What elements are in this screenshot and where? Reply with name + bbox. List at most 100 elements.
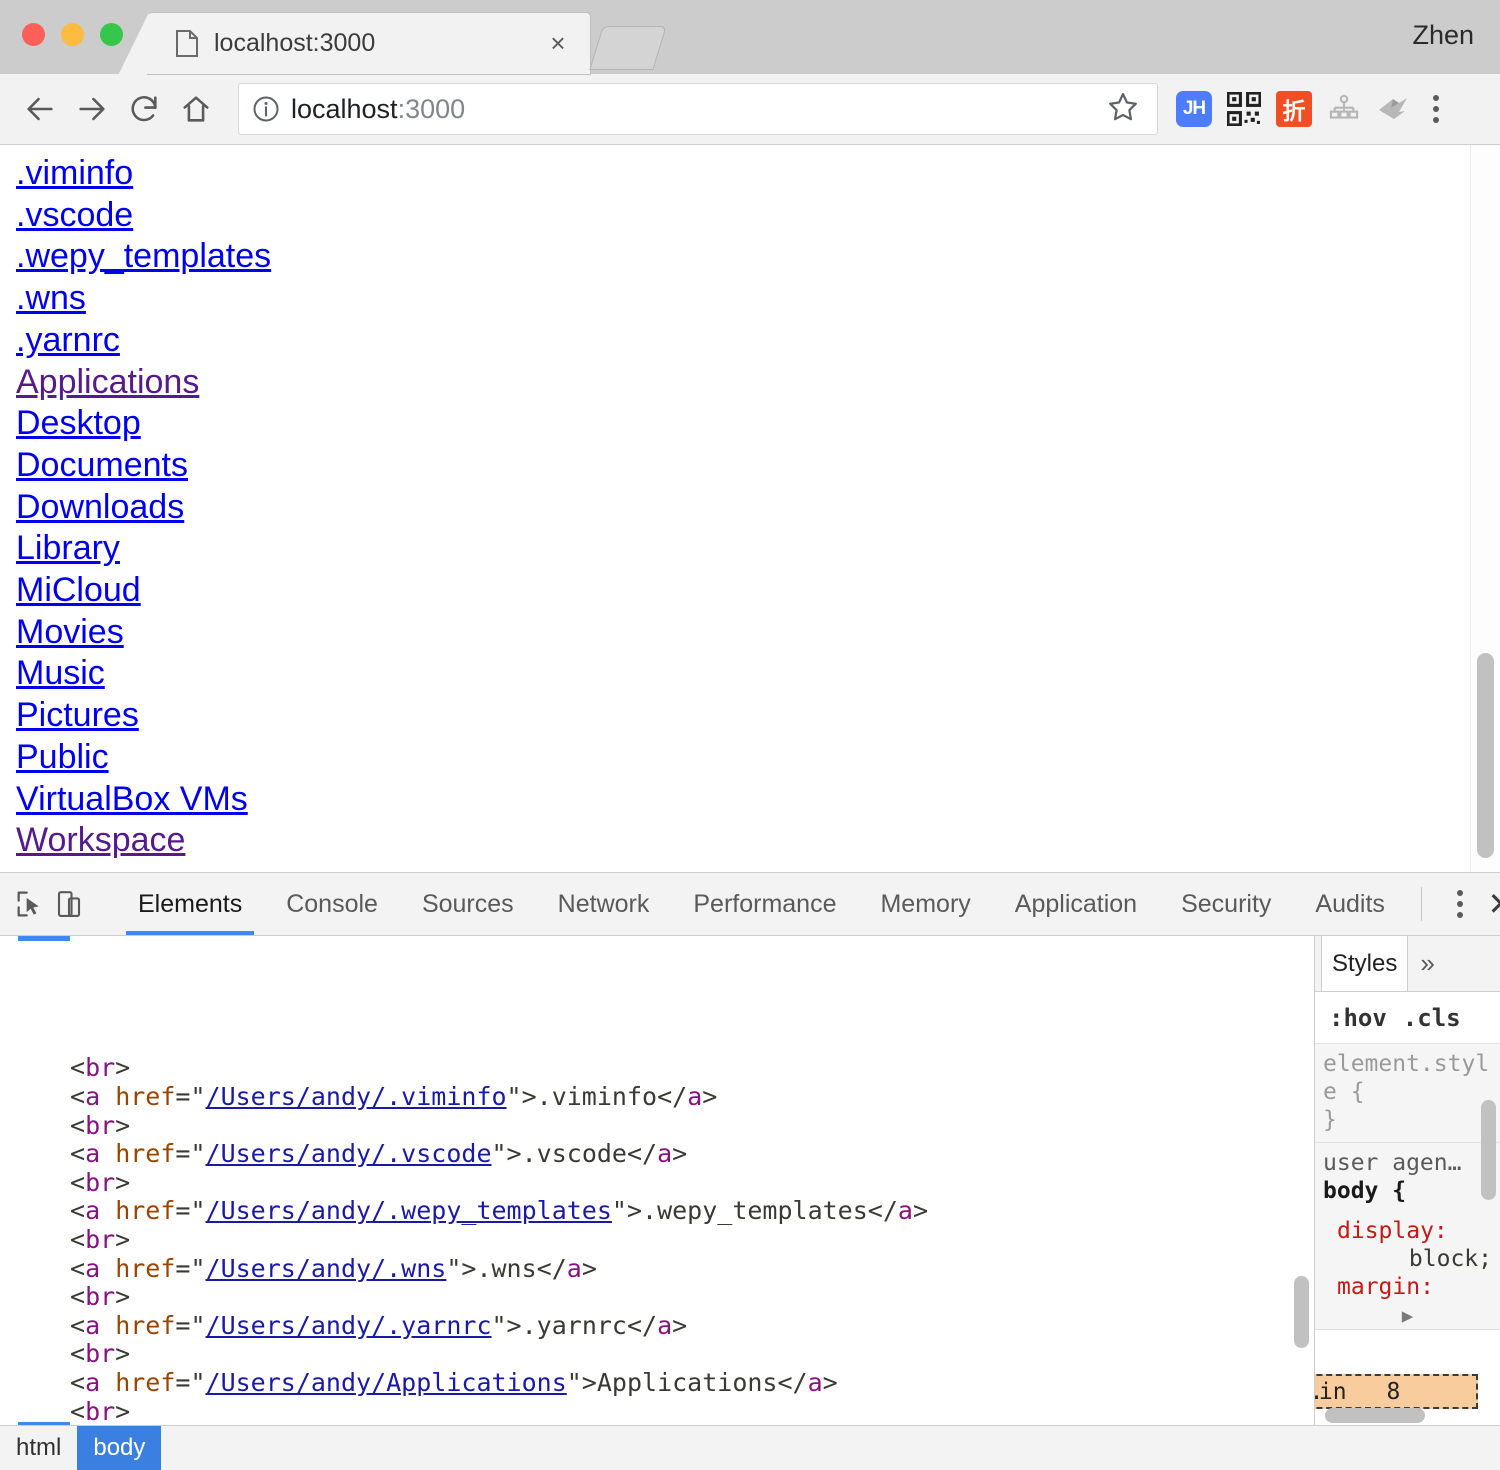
element-style-rule[interactable]: element.style { } bbox=[1315, 1044, 1500, 1143]
code-line[interactable]: <a href="/Users/andy/.wepy_templates">.w… bbox=[70, 1197, 1290, 1226]
directory-link[interactable]: Downloads bbox=[16, 487, 184, 529]
code-line[interactable]: <br> bbox=[70, 1282, 1290, 1312]
directory-link[interactable]: Applications bbox=[16, 362, 199, 404]
close-devtools-button[interactable]: ✕ bbox=[1478, 881, 1500, 927]
devtools-panel: Elements Console Sources Network Performance… bbox=[0, 872, 1500, 1470]
directory-link[interactable]: Documents bbox=[16, 445, 188, 487]
url-host: localhost bbox=[291, 93, 398, 124]
box-model-margin-label: …in bbox=[1315, 1378, 1347, 1405]
minimize-window-button[interactable] bbox=[61, 23, 84, 46]
code-line[interactable]: <br> bbox=[70, 1340, 1290, 1369]
close-window-button[interactable] bbox=[22, 23, 45, 46]
toggle-hover-state-button[interactable]: :hov bbox=[1329, 1004, 1387, 1032]
zhe-extension-icon[interactable]: 折 bbox=[1276, 91, 1312, 127]
devtools-tab-console[interactable]: Console bbox=[264, 873, 400, 935]
window-controls bbox=[22, 23, 123, 46]
dom-tree-code[interactable]: <br> <a href="/Users/andy/.viminfo">.vimi… bbox=[0, 936, 1290, 1425]
code-line[interactable]: <br> bbox=[70, 1111, 1290, 1141]
devtools-toolbar-right: ✕ bbox=[1407, 881, 1500, 927]
browser-menu-button[interactable] bbox=[1418, 89, 1454, 129]
expand-shorthand-icon[interactable]: ▶ bbox=[1402, 1305, 1413, 1327]
selection-marker-bottom bbox=[18, 1422, 70, 1425]
document-icon bbox=[176, 30, 198, 57]
directory-link[interactable]: .yarnrc bbox=[16, 320, 120, 362]
devtools-tab-network[interactable]: Network bbox=[536, 873, 672, 935]
directory-link[interactable]: .wns bbox=[16, 278, 86, 320]
user-agent-rule[interactable]: user agen… body { display: block; margin… bbox=[1315, 1143, 1500, 1329]
toolbar-divider-right bbox=[1420, 887, 1422, 921]
address-bar-text: localhost:3000 bbox=[291, 94, 1105, 125]
box-model-margin-value[interactable]: 8 bbox=[1387, 1379, 1401, 1405]
browser-tab[interactable]: localhost:3000 × bbox=[119, 13, 590, 74]
user-agent-selector: body { bbox=[1323, 1178, 1407, 1204]
declaration-value[interactable]: block; bbox=[1409, 1246, 1492, 1272]
address-bar[interactable]: localhost:3000 bbox=[238, 83, 1158, 135]
directory-listing: .viminfo .vscode .wepy_templates .wns .yarnr… bbox=[0, 145, 1470, 872]
forward-button[interactable] bbox=[66, 83, 118, 135]
devtools-toolbar: Elements Console Sources Network Performance… bbox=[0, 873, 1500, 936]
tab-styles[interactable]: Styles bbox=[1321, 936, 1409, 991]
directory-link[interactable]: Workspace bbox=[16, 820, 185, 862]
declaration-margin[interactable]: margin: ▶ 8px; bbox=[1323, 1273, 1492, 1329]
directory-link[interactable]: Pictures bbox=[16, 695, 139, 737]
devtools-tab-security[interactable]: Security bbox=[1159, 873, 1293, 935]
new-tab-button[interactable] bbox=[589, 26, 667, 70]
code-line[interactable]: <br> bbox=[70, 1054, 1290, 1083]
directory-link[interactable]: MiCloud bbox=[16, 570, 141, 612]
styles-scrollbar-thumb[interactable] bbox=[1481, 1100, 1496, 1200]
device-toolbar-icon[interactable] bbox=[54, 881, 84, 927]
tab-strip: localhost:3000 × Zhen bbox=[0, 0, 1500, 74]
breadcrumb-html[interactable]: html bbox=[0, 1426, 77, 1470]
extension-icons: JH 折 bbox=[1176, 91, 1412, 127]
code-line[interactable]: <br> bbox=[70, 1397, 1290, 1425]
devtools-tab-sources[interactable]: Sources bbox=[400, 873, 536, 935]
directory-link[interactable]: .vscode bbox=[16, 195, 133, 237]
directory-link[interactable]: Public bbox=[16, 737, 109, 779]
close-tab-button[interactable]: × bbox=[538, 24, 578, 64]
devtools-tab-application[interactable]: Application bbox=[993, 873, 1159, 935]
directory-link[interactable]: .viminfo bbox=[16, 153, 133, 195]
back-button[interactable] bbox=[14, 83, 66, 135]
star-icon[interactable] bbox=[1105, 89, 1145, 129]
directory-link[interactable]: .wepy_templates bbox=[16, 236, 271, 278]
styles-more-tabs-button[interactable]: » bbox=[1408, 936, 1446, 991]
code-line[interactable]: <br> bbox=[70, 1168, 1290, 1198]
reload-button[interactable] bbox=[118, 83, 170, 135]
code-line[interactable]: <br> bbox=[70, 1225, 1290, 1255]
sitemap-extension-icon[interactable] bbox=[1326, 91, 1362, 127]
info-circle-icon[interactable] bbox=[251, 94, 281, 124]
jh-extension-icon[interactable]: JH bbox=[1176, 91, 1212, 127]
code-line[interactable]: <a href="/Users/andy/.vscode">.vscode</a… bbox=[70, 1139, 1290, 1169]
declaration-display[interactable]: display: block; bbox=[1323, 1217, 1492, 1273]
code-line[interactable]: <a href="/Users/andy/.wns">.wns</a> bbox=[70, 1254, 1290, 1284]
box-model-margin-area[interactable]: …in 8 bbox=[1315, 1374, 1478, 1409]
styles-rules-list: element.style { } user agen… body { disp… bbox=[1315, 1044, 1500, 1329]
elements-scrollbar[interactable] bbox=[1290, 936, 1314, 1425]
breadcrumb-body[interactable]: body bbox=[77, 1426, 162, 1470]
devtools-tab-performance[interactable]: Performance bbox=[671, 873, 858, 935]
code-line[interactable]: <a href="/Users/andy/Applications">Appli… bbox=[70, 1368, 1290, 1398]
directory-link[interactable]: Desktop bbox=[16, 403, 141, 445]
home-button[interactable] bbox=[170, 83, 222, 135]
code-line[interactable]: <a href="/Users/andy/.yarnrc">.yarnrc</a… bbox=[70, 1311, 1290, 1341]
devtools-tab-memory[interactable]: Memory bbox=[858, 873, 992, 935]
elements-scrollbar-thumb[interactable] bbox=[1294, 1276, 1309, 1348]
page-scrollbar[interactable] bbox=[1470, 145, 1500, 872]
profile-name[interactable]: Zhen bbox=[1412, 20, 1474, 51]
devtools-tab-elements[interactable]: Elements bbox=[116, 873, 264, 935]
inspect-cursor-icon[interactable] bbox=[14, 881, 46, 927]
directory-link[interactable]: Library bbox=[16, 528, 120, 570]
declaration-property: display: bbox=[1337, 1218, 1448, 1244]
qrcode-extension-icon[interactable] bbox=[1226, 91, 1262, 127]
box-model-hscrollbar-thumb[interactable] bbox=[1325, 1408, 1425, 1423]
directory-link[interactable]: Music bbox=[16, 653, 105, 695]
hummingbird-extension-icon[interactable] bbox=[1376, 91, 1412, 127]
directory-link[interactable]: VirtualBox VMs bbox=[16, 779, 248, 821]
devtools-tab-audits[interactable]: Audits bbox=[1293, 873, 1406, 935]
code-line[interactable]: <a href="/Users/andy/.viminfo">.viminfo<… bbox=[70, 1082, 1290, 1112]
directory-link[interactable]: Movies bbox=[16, 612, 124, 654]
toggle-class-button[interactable]: .cls bbox=[1403, 1004, 1461, 1032]
elements-tree-panel: <br> <a href="/Users/andy/.viminfo">.vimi… bbox=[0, 936, 1315, 1425]
devtools-menu-button[interactable] bbox=[1442, 884, 1478, 924]
page-scrollbar-thumb[interactable] bbox=[1477, 653, 1494, 858]
